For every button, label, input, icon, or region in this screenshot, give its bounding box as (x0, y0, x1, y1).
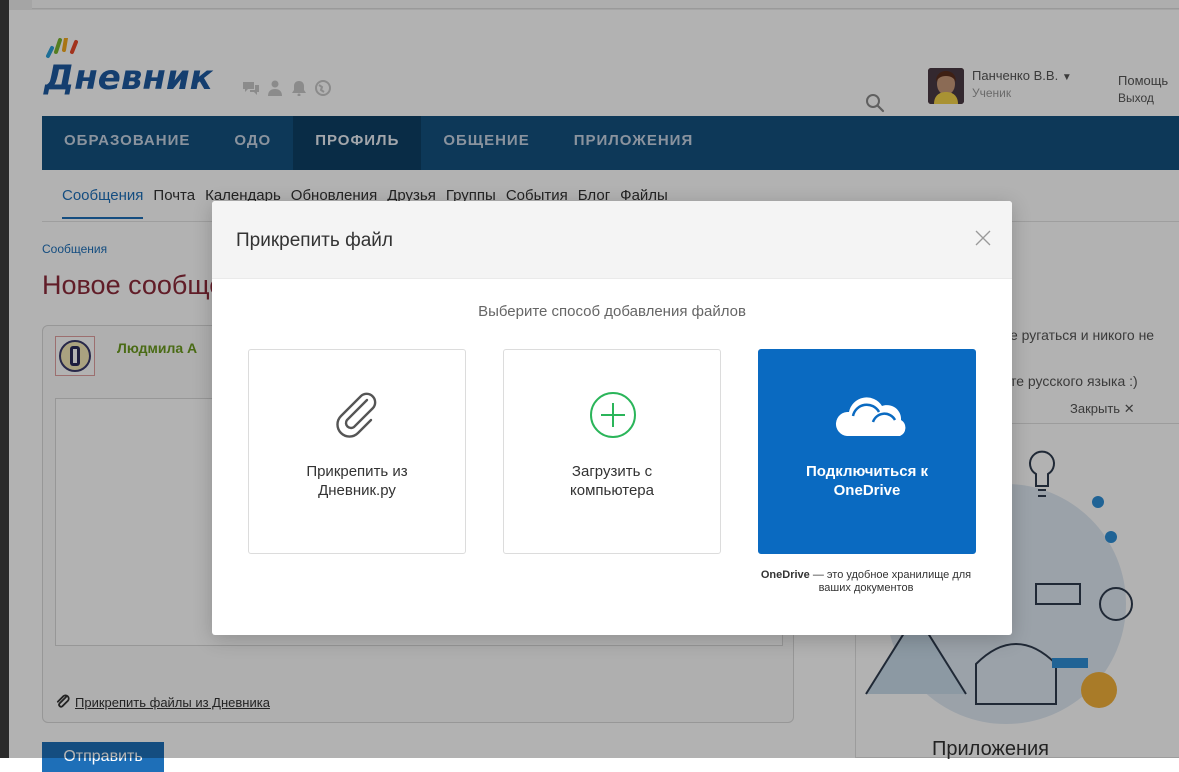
dialog-header: Прикрепить файл (212, 201, 1012, 279)
option-label: Прикрепить из Дневник.ру (259, 462, 455, 500)
option-label-line-2: компьютера (570, 482, 654, 499)
dialog-subtitle: Выберите способ добавления файлов (478, 303, 746, 320)
option-label-line-2: OneDrive (833, 482, 901, 499)
dialog-title: Прикрепить файл (236, 230, 393, 251)
onedrive-note-text: — это удобное хранилище для ваших докуме… (812, 569, 972, 594)
paperclip-icon (336, 392, 377, 438)
upload-from-computer-button[interactable]: Загрузить с компьютера (503, 349, 721, 554)
connect-onedrive-button[interactable]: Подключиться к OneDrive (758, 349, 976, 554)
option-label-line-1: Подключиться к (806, 463, 928, 480)
onedrive-note: OneDrive — это удобное хранилище для ваш… (757, 569, 975, 595)
option-label-line-2: Дневник.ру (318, 482, 396, 499)
option-label: Загрузить с компьютера (514, 462, 710, 500)
attach-file-dialog: Прикрепить файл Выберите способ добавлен… (212, 201, 1012, 635)
attach-from-dnevnik-button[interactable]: Прикрепить из Дневник.ру (248, 349, 466, 554)
option-label: Подключиться к OneDrive (769, 462, 965, 500)
option-label-line-1: Прикрепить из (306, 463, 408, 480)
cloud-icon (835, 397, 906, 436)
plus-circle-icon (590, 392, 636, 438)
onedrive-note-brand: OneDrive (760, 569, 810, 581)
close-icon[interactable] (974, 229, 992, 247)
option-label-line-1: Загрузить с (571, 463, 653, 480)
